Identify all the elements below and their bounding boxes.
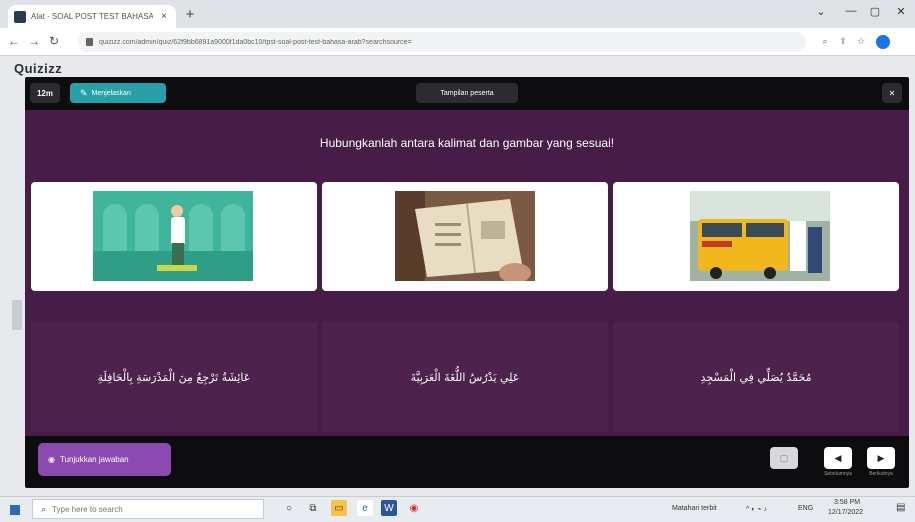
taskbar-search-input[interactable] bbox=[52, 504, 233, 514]
quizizz-logo: Quizizz bbox=[14, 61, 63, 76]
tab-close-icon[interactable]: × bbox=[158, 11, 170, 22]
cortana-icon[interactable]: ○ bbox=[281, 500, 297, 516]
image-option-card-3[interactable] bbox=[613, 182, 899, 291]
image-option-card-2[interactable] bbox=[322, 182, 608, 291]
eye-icon: ◉ bbox=[48, 455, 55, 464]
url-text: quizizz.com/admin/quiz/62f9bb6891a9000f1… bbox=[99, 38, 412, 46]
tab-title: Alat - SOAL POST TEST BAHASA bbox=[31, 12, 153, 21]
forward-arrow-icon[interactable]: → bbox=[26, 34, 42, 48]
search-icon: ⌕ bbox=[41, 503, 47, 514]
praying-man-image bbox=[93, 191, 253, 281]
image-option-card-1[interactable] bbox=[31, 182, 317, 291]
reload-icon[interactable]: ↻ bbox=[46, 34, 62, 48]
answer-option-3[interactable]: مُحَمَّدٌ يُصَلِّي فِي الْمَسْجِدِ bbox=[613, 322, 899, 432]
word-icon[interactable]: W bbox=[381, 500, 397, 516]
school-bus-image bbox=[690, 191, 830, 281]
explain-icon: ✎ bbox=[80, 87, 88, 98]
fullscreen-icon: ▢ bbox=[779, 452, 789, 463]
browser-tab[interactable]: Alat - SOAL POST TEST BAHASA × bbox=[8, 5, 176, 28]
explaining-label: Menjelaskan bbox=[91, 89, 131, 97]
address-bar[interactable]: quizizz.com/admin/quiz/62f9bb6891a9000f1… bbox=[78, 32, 806, 52]
profile-avatar[interactable] bbox=[876, 35, 890, 49]
next-arrow-icon: ▶ bbox=[877, 452, 885, 463]
notification-icon[interactable]: ▤ bbox=[896, 502, 905, 513]
answer-option-1[interactable]: عَائِشَةُ تَرْجِعُ مِنَ الْمَدْرَسَةِ بِ… bbox=[31, 322, 317, 432]
close-overlay-button[interactable]: ✕ bbox=[882, 83, 902, 103]
tab-search-icon[interactable]: ⌄ bbox=[812, 5, 830, 18]
system-tray-icons[interactable]: ^ ◐ ⌁ ♪ bbox=[746, 505, 767, 513]
weather-text[interactable]: Matahari terbit bbox=[672, 505, 717, 512]
new-tab-button[interactable]: + bbox=[182, 6, 198, 23]
next-button[interactable]: ▶ bbox=[867, 447, 895, 469]
chrome-icon[interactable]: ◉ bbox=[406, 500, 422, 516]
maximize-button[interactable]: ▢ bbox=[866, 5, 884, 18]
edge-icon[interactable]: e bbox=[357, 500, 373, 516]
minimize-button[interactable]: — bbox=[842, 5, 860, 17]
lock-icon bbox=[86, 38, 93, 46]
fullscreen-button[interactable]: ▢ bbox=[770, 447, 798, 469]
back-arrow-icon[interactable]: ← bbox=[6, 34, 22, 48]
show-answer-button[interactable]: ◉ Tunjukkan jawaban bbox=[38, 443, 171, 476]
question-text: Hubungkanlah antara kalimat dan gambar y… bbox=[319, 136, 615, 150]
taskbar-search[interactable]: ⌕ bbox=[32, 499, 264, 519]
previous-button[interactable]: ◀ bbox=[824, 447, 852, 469]
open-book-image bbox=[395, 191, 535, 281]
show-answer-label: Tunjukkan jawaban bbox=[59, 455, 129, 464]
clock-date[interactable]: 12/17/2022 bbox=[828, 509, 863, 516]
next-label: Berikutnya bbox=[869, 471, 893, 477]
answer-option-2[interactable]: عَلِي يَدْرُسُ اللُّغَةَ الْعَرَبِيَّةَ bbox=[322, 322, 608, 432]
browser-tab-strip: Alat - SOAL POST TEST BAHASA × + ⌄ — ▢ ✕ bbox=[0, 0, 915, 28]
language-indicator[interactable]: ENG bbox=[798, 505, 813, 512]
task-view-icon[interactable]: ⧉ bbox=[305, 500, 321, 516]
previous-label: Sebelumnya bbox=[824, 471, 852, 477]
file-explorer-icon[interactable]: ▭ bbox=[331, 500, 347, 516]
page-side-strip bbox=[12, 300, 22, 330]
zoom-icon[interactable]: ⌕ bbox=[818, 36, 832, 47]
bookmark-star-icon[interactable]: ☆ bbox=[854, 36, 868, 47]
previous-arrow-icon: ◀ bbox=[834, 452, 842, 463]
windows-start-icon[interactable] bbox=[10, 505, 20, 515]
timer-chip: 12m bbox=[30, 83, 60, 103]
browser-toolbar: ← → ↻ quizizz.com/admin/quiz/62f9bb6891a… bbox=[0, 28, 915, 56]
explaining-button[interactable]: ✎ Menjelaskan bbox=[70, 83, 166, 103]
clock-time[interactable]: 3:58 PM bbox=[834, 499, 860, 506]
window-close-button[interactable]: ✕ bbox=[892, 5, 910, 18]
share-icon[interactable]: ⇪ bbox=[836, 36, 850, 47]
quizizz-favicon-icon bbox=[14, 10, 26, 23]
participant-view-toggle[interactable]: Tampilan peserta bbox=[416, 83, 518, 103]
